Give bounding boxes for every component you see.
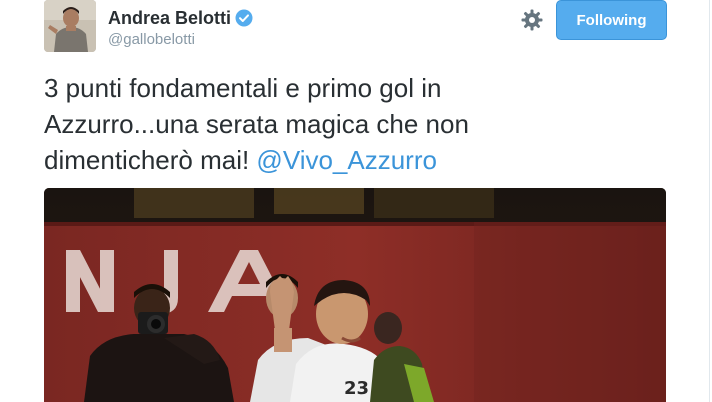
tweet-text-line-3: dimenticherò mai! @Vivo_Azzurro (44, 142, 644, 178)
tweet-card: Andrea Belotti @gallobelotti Following 3… (0, 0, 712, 402)
card-edge-divider (709, 0, 710, 402)
author-handle[interactable]: @gallobelotti (108, 31, 195, 49)
avatar-photo-icon (44, 0, 96, 52)
jersey-number: 23 (344, 378, 369, 399)
tweet-text-line-2: Azzurro...una serata magica che non (44, 109, 469, 139)
match-photo: 23 (44, 188, 666, 402)
author-avatar[interactable] (44, 0, 96, 52)
author-name-row: Andrea Belotti (108, 7, 253, 29)
tweet-text: 3 punti fondamentali e primo gol in Azzu… (44, 70, 644, 178)
author-display-name[interactable]: Andrea Belotti (108, 7, 231, 29)
tweet-text-line-3-text: dimenticherò mai! (44, 145, 257, 175)
gear-icon[interactable] (520, 8, 544, 32)
tweet-photo[interactable]: 23 (44, 188, 666, 402)
verified-badge-icon (235, 9, 253, 27)
following-button[interactable]: Following (556, 0, 667, 40)
mention-link[interactable]: @Vivo_Azzurro (256, 145, 437, 175)
tweet-text-line-1: 3 punti fondamentali e primo gol in (44, 73, 442, 103)
